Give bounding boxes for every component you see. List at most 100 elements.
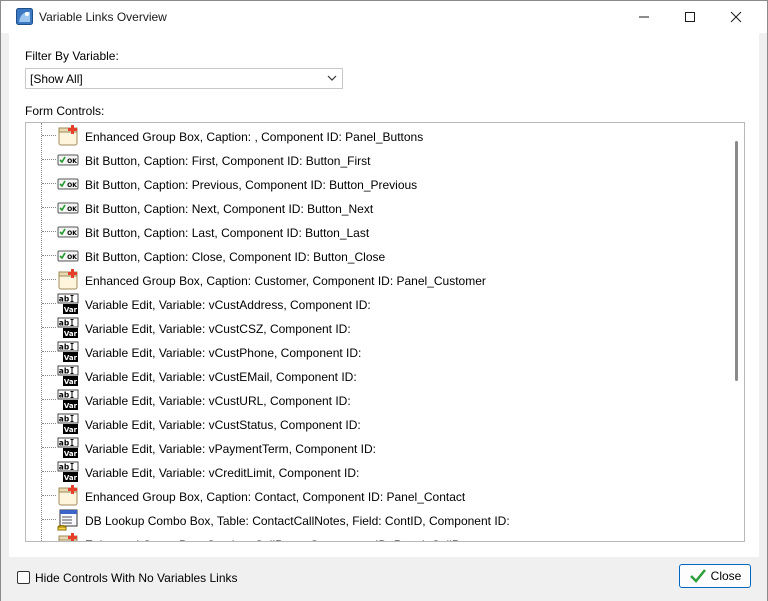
- variable-edit-icon: ab Var: [57, 437, 79, 458]
- checkmark-icon: [689, 569, 706, 583]
- group-box-icon: [58, 485, 78, 506]
- close-icon: [730, 11, 742, 23]
- tree-item[interactable]: ab Var Variable Edit, Variable: vCustPhone…: [26, 340, 726, 364]
- tree-item-label: Bit Button, Caption: Last, Component ID:…: [85, 226, 370, 240]
- tree-branch-line: [42, 231, 56, 232]
- svg-text:ab: ab: [59, 391, 70, 400]
- tree-item[interactable]: OK Bit Button, Caption: First, Component …: [26, 148, 726, 172]
- svg-text:ab: ab: [59, 295, 70, 304]
- bit-button-icon: OK: [57, 154, 79, 166]
- bit-button-icon: OK: [57, 226, 79, 238]
- tree-item-label: Variable Edit, Variable: vCustEMail, Com…: [85, 370, 357, 384]
- tree-item[interactable]: ab Var Variable Edit, Variable: vCustCSZ, …: [26, 316, 726, 340]
- tree-item[interactable]: ab Var Variable Edit, Variable: vCustURL, …: [26, 388, 726, 412]
- variable-edit-icon: ab Var: [57, 317, 79, 338]
- tree-item-label: Variable Edit, Variable: vCreditLimit, C…: [85, 466, 360, 480]
- vertical-scrollbar[interactable]: [730, 123, 744, 541]
- tree-item-label: Enhanced Group Box, Caption: , Component…: [85, 130, 424, 144]
- tree-item[interactable]: OK Bit Button, Caption: Previous, Compone…: [26, 172, 726, 196]
- svg-text:Var: Var: [64, 450, 78, 458]
- window-title: Variable Links Overview: [39, 10, 167, 24]
- tree-branch-line: [42, 519, 56, 520]
- hide-controls-checkbox[interactable]: [17, 571, 30, 584]
- tree-item[interactable]: Enhanced Group Box, Caption: Customer, C…: [26, 268, 726, 292]
- tree-item[interactable]: ab Var Variable Edit, Variable: vCustAddre…: [26, 292, 726, 316]
- tree-item-label: Bit Button, Caption: First, Component ID…: [85, 154, 371, 168]
- minimize-button[interactable]: [621, 1, 667, 33]
- close-button-label: Close: [710, 569, 742, 583]
- svg-text:Var: Var: [64, 330, 78, 338]
- tree-item-label: Enhanced Group Box, Caption: Customer, C…: [85, 274, 486, 288]
- maximize-icon: [685, 12, 695, 22]
- chevron-down-icon: [327, 75, 337, 81]
- variable-edit-icon: ab Var: [57, 413, 79, 434]
- tree-branch-line: [42, 351, 56, 352]
- close-window-button[interactable]: [713, 1, 759, 33]
- bit-button-icon: OK: [57, 250, 79, 262]
- tree-branch-line: [42, 303, 56, 304]
- tree-branch-line: [42, 375, 56, 376]
- tree-item-label: Bit Button, Caption: Next, Component ID:…: [85, 202, 374, 216]
- minimize-icon: [639, 16, 649, 18]
- bit-button-icon: OK: [57, 178, 79, 190]
- variable-edit-icon: ab Var: [57, 461, 79, 482]
- tree-item-label: Variable Edit, Variable: vPaymentTerm, C…: [85, 442, 377, 456]
- hide-controls-label[interactable]: Hide Controls With No Variables Links: [35, 571, 238, 585]
- tree-branch-line: [42, 159, 56, 160]
- tree-branch-line: [42, 207, 56, 208]
- close-button[interactable]: Close: [679, 564, 751, 588]
- svg-text:OK: OK: [67, 158, 77, 165]
- variable-edit-icon: ab Var: [57, 389, 79, 410]
- svg-text:OK: OK: [67, 254, 77, 261]
- tree-item-label: Variable Edit, Variable: vCustCSZ, Compo…: [85, 322, 351, 336]
- filter-label: Filter By Variable:: [25, 49, 119, 63]
- tree-item[interactable]: ab Var Variable Edit, Variable: vCustStatu…: [26, 412, 726, 436]
- tree-item[interactable]: Enhanced Group Box, Caption: Contact, Co…: [26, 484, 726, 508]
- tree-branch-line: [42, 279, 56, 280]
- svg-text:Var: Var: [64, 354, 78, 362]
- group-box-icon: [58, 125, 78, 146]
- tree-item[interactable]: ab Var Variable Edit, Variable: vCreditLim…: [26, 460, 726, 484]
- svg-text:Var: Var: [64, 474, 78, 482]
- maximize-button[interactable]: [667, 1, 713, 33]
- dialog-window: Variable Links Overview Filter By Variab…: [0, 0, 768, 601]
- tree-branch-line: [42, 399, 56, 400]
- svg-text:OK: OK: [67, 182, 77, 189]
- svg-text:Var: Var: [64, 306, 78, 314]
- form-controls-tree[interactable]: Enhanced Group Box, Caption: , Component…: [25, 122, 745, 542]
- title-bar[interactable]: Variable Links Overview: [1, 1, 767, 33]
- form-controls-label: Form Controls:: [25, 104, 105, 118]
- filter-variable-select[interactable]: [Show All]: [25, 68, 343, 89]
- tree-item[interactable]: OK Bit Button, Caption: Last, Component I…: [26, 220, 726, 244]
- app-icon: [16, 8, 33, 25]
- tree-branch-line: [42, 423, 56, 424]
- svg-text:Var: Var: [64, 402, 78, 410]
- svg-text:ab: ab: [59, 343, 70, 352]
- tree-item[interactable]: ab Var Variable Edit, Variable: vPaymentTe…: [26, 436, 726, 460]
- tree-item-label: Bit Button, Caption: Close, Component ID…: [85, 250, 386, 264]
- tree-item[interactable]: Enhanced Group Box, Caption: , Component…: [26, 124, 726, 148]
- group-box-icon: [58, 269, 78, 290]
- tree-branch-line: [42, 471, 56, 472]
- tree-branch-line: [42, 183, 56, 184]
- svg-text:Var: Var: [64, 426, 78, 434]
- dialog-content: Filter By Variable: [Show All] Form Cont…: [9, 33, 759, 557]
- tree-item[interactable]: Enhanced Group Box, Caption: CallPane, C…: [26, 532, 726, 541]
- tree-item[interactable]: OK Bit Button, Caption: Close, Component …: [26, 244, 726, 268]
- svg-text:ab: ab: [59, 367, 70, 376]
- scrollbar-thumb[interactable]: [735, 141, 738, 381]
- svg-text:ab: ab: [59, 463, 70, 472]
- tree-item[interactable]: DB Lookup Combo Box, Table: ContactCallN…: [26, 508, 726, 532]
- variable-edit-icon: ab Var: [57, 293, 79, 314]
- tree-item[interactable]: ab Var Variable Edit, Variable: vCustEMail…: [26, 364, 726, 388]
- tree-branch-line: [42, 135, 56, 136]
- tree-item[interactable]: OK Bit Button, Caption: Next, Component I…: [26, 196, 726, 220]
- tree-branch-line: [42, 327, 56, 328]
- group-box-icon: [58, 533, 78, 541]
- filter-selected-value: [Show All]: [30, 72, 83, 86]
- bit-button-icon: OK: [57, 202, 79, 214]
- tree-item-label: DB Lookup Combo Box, Table: ContactCallN…: [85, 514, 510, 528]
- svg-text:ab: ab: [59, 439, 70, 448]
- svg-text:ab: ab: [59, 415, 70, 424]
- svg-text:OK: OK: [67, 206, 77, 213]
